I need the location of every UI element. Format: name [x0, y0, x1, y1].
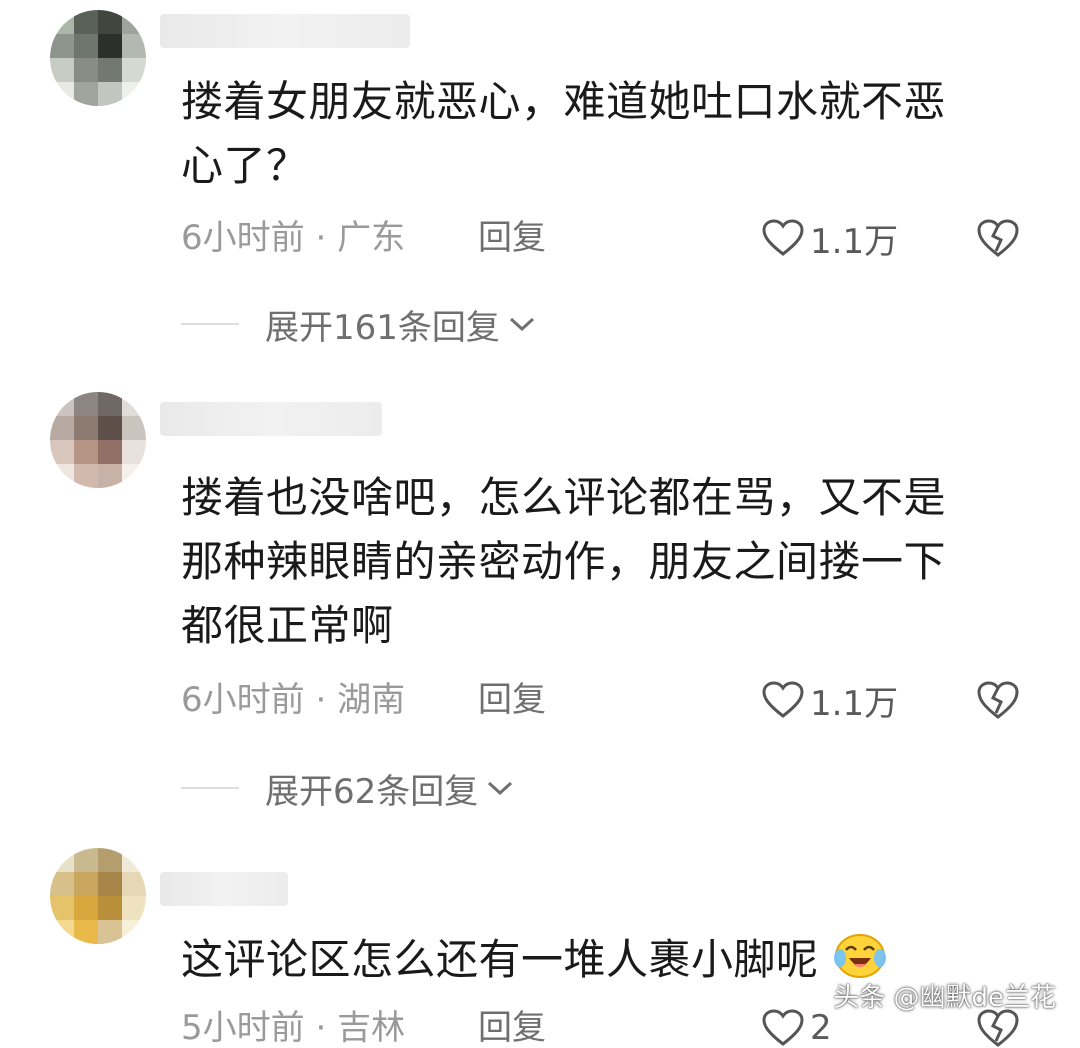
comment-text: 搂着女朋友就恶心，难道她吐口水就不恶 心了？	[181, 77, 947, 190]
username-blurred[interactable]	[160, 14, 410, 48]
source-watermark: 头条 @幽默de兰花	[833, 983, 1056, 1013]
heart-outline-icon	[762, 219, 804, 256]
expand-replies[interactable]: 展开161条回复	[181, 304, 536, 348]
chevron-down-icon	[488, 781, 513, 796]
expand-divider	[181, 787, 239, 789]
heart-outline-icon	[762, 1009, 804, 1046]
expand-label: 展开62条回复	[265, 771, 479, 812]
broken-heart-icon[interactable]	[976, 1008, 1020, 1048]
avatar[interactable]	[50, 848, 146, 944]
meta-separator: ·	[315, 1008, 327, 1048]
comment-meta: 6小时前 · 广东	[181, 218, 405, 258]
like-count: 1.1万	[810, 683, 899, 724]
broken-heart-icon[interactable]	[976, 218, 1020, 258]
comment-location: 吉林	[337, 1008, 406, 1048]
comment-meta: 5小时前 · 吉林	[181, 1008, 405, 1048]
like-count: 2	[810, 1008, 832, 1048]
comment-meta: 6小时前 · 湖南	[181, 680, 405, 720]
chevron-down-icon	[509, 317, 534, 332]
expand-divider	[181, 323, 239, 325]
comment-text: 搂着也没啥吧，怎么评论都在骂，又不是 那种辣眼睛的亲密动作，朋友之间搂一下 都很…	[181, 473, 947, 650]
username-blurred[interactable]	[160, 402, 382, 436]
like-button[interactable]: 1.1万	[762, 218, 898, 262]
username-blurred[interactable]	[160, 872, 288, 906]
like-button[interactable]: 1.1万	[762, 680, 898, 724]
avatar[interactable]	[50, 392, 146, 488]
like-button[interactable]: 2	[762, 1008, 832, 1048]
comment-time: 5小时前	[181, 1008, 305, 1048]
comment-time: 6小时前	[181, 680, 305, 720]
reply-button[interactable]: 回复	[478, 680, 546, 720]
meta-separator: ·	[315, 680, 327, 720]
reply-button[interactable]: 回复	[478, 218, 546, 258]
laughing-crying-emoji-icon	[834, 934, 887, 978]
comment-location: 湖南	[337, 680, 406, 720]
meta-separator: ·	[315, 218, 327, 258]
reply-button[interactable]: 回复	[478, 1008, 546, 1048]
broken-heart-icon[interactable]	[976, 680, 1020, 720]
expand-replies[interactable]: 展开62条回复	[181, 768, 514, 812]
comment-location: 广东	[337, 218, 406, 258]
comment-time: 6小时前	[181, 218, 305, 258]
expand-label: 展开161条回复	[265, 307, 500, 348]
avatar[interactable]	[50, 10, 146, 106]
like-count: 1.1万	[810, 221, 899, 262]
heart-outline-icon	[762, 681, 804, 718]
